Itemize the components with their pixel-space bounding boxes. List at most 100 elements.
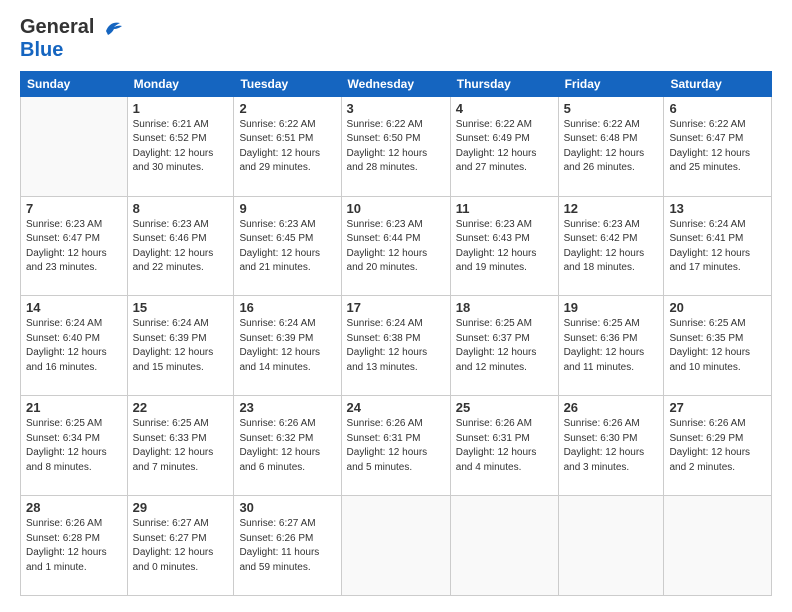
day-info: Sunrise: 6:23 AM Sunset: 6:44 PM Dayligh… [347, 218, 445, 276]
calendar-header-row: SundayMondayTuesdayWednesdayThursdayFrid… [21, 71, 772, 96]
day-info: Sunrise: 6:25 AM Sunset: 6:35 PM Dayligh… [669, 317, 766, 375]
calendar-cell: 1Sunrise: 6:21 AM Sunset: 6:52 PM Daylig… [127, 96, 234, 196]
day-info: Sunrise: 6:23 AM Sunset: 6:42 PM Dayligh… [564, 218, 659, 276]
day-info: Sunrise: 6:26 AM Sunset: 6:32 PM Dayligh… [239, 417, 335, 475]
calendar-cell: 3Sunrise: 6:22 AM Sunset: 6:50 PM Daylig… [341, 96, 450, 196]
day-info: Sunrise: 6:23 AM Sunset: 6:45 PM Dayligh… [239, 218, 335, 276]
day-number: 30 [239, 500, 335, 515]
calendar-cell: 19Sunrise: 6:25 AM Sunset: 6:36 PM Dayli… [558, 296, 664, 396]
day-info: Sunrise: 6:22 AM Sunset: 6:51 PM Dayligh… [239, 118, 335, 176]
day-info: Sunrise: 6:25 AM Sunset: 6:33 PM Dayligh… [133, 417, 229, 475]
day-info: Sunrise: 6:27 AM Sunset: 6:26 PM Dayligh… [239, 517, 335, 575]
day-number: 28 [26, 500, 122, 515]
day-info: Sunrise: 6:24 AM Sunset: 6:41 PM Dayligh… [669, 218, 766, 276]
col-header-friday: Friday [558, 71, 664, 96]
day-number: 22 [133, 400, 229, 415]
day-number: 16 [239, 300, 335, 315]
day-number: 5 [564, 101, 659, 116]
day-number: 27 [669, 400, 766, 415]
day-info: Sunrise: 6:23 AM Sunset: 6:46 PM Dayligh… [133, 218, 229, 276]
calendar-cell: 13 Sunrise: 6:24 AM Sunset: 6:41 PM Dayli… [664, 196, 772, 296]
day-number: 14 [26, 300, 122, 315]
day-number: 9 [239, 201, 335, 216]
calendar-table: SundayMondayTuesdayWednesdayThursdayFrid… [20, 71, 772, 596]
logo-bird-icon [102, 17, 124, 39]
calendar-cell: 10Sunrise: 6:23 AM Sunset: 6:44 PM Dayli… [341, 196, 450, 296]
logo-line1: General [20, 16, 124, 39]
calendar-cell: 16 Sunrise: 6:24 AM Sunset: 6:39 PM Dayli… [234, 296, 341, 396]
calendar-week-row: 28 Sunrise: 6:26 AM Sunset: 6:28 PM Dayli… [21, 496, 772, 596]
day-number: 26 [564, 400, 659, 415]
day-number: 19 [564, 300, 659, 315]
col-header-saturday: Saturday [664, 71, 772, 96]
calendar-week-row: 14 Sunrise: 6:24 AM Sunset: 6:40 PM Dayli… [21, 296, 772, 396]
day-info: Sunrise: 6:27 AM Sunset: 6:27 PM Dayligh… [133, 517, 229, 575]
day-info: Sunrise: 6:24 AM Sunset: 6:39 PM Dayligh… [239, 317, 335, 375]
day-number: 12 [564, 201, 659, 216]
calendar-cell [664, 496, 772, 596]
day-number: 4 [456, 101, 553, 116]
day-info: Sunrise: 6:26 AM Sunset: 6:31 PM Dayligh… [347, 417, 445, 475]
day-number: 18 [456, 300, 553, 315]
calendar-cell: 2 Sunrise: 6:22 AM Sunset: 6:51 PM Daylig… [234, 96, 341, 196]
day-info: Sunrise: 6:26 AM Sunset: 6:31 PM Dayligh… [456, 417, 553, 475]
calendar-cell [450, 496, 558, 596]
calendar-cell: 25 Sunrise: 6:26 AM Sunset: 6:31 PM Dayli… [450, 396, 558, 496]
day-number: 20 [669, 300, 766, 315]
calendar-cell: 28 Sunrise: 6:26 AM Sunset: 6:28 PM Dayli… [21, 496, 128, 596]
day-number: 29 [133, 500, 229, 515]
day-number: 25 [456, 400, 553, 415]
calendar-week-row: 21 Sunrise: 6:25 AM Sunset: 6:34 PM Dayli… [21, 396, 772, 496]
day-number: 23 [239, 400, 335, 415]
calendar-cell: 11Sunrise: 6:23 AM Sunset: 6:43 PM Dayli… [450, 196, 558, 296]
day-info: Sunrise: 6:25 AM Sunset: 6:34 PM Dayligh… [26, 417, 122, 475]
calendar-cell: 7 Sunrise: 6:23 AM Sunset: 6:47 PM Daylig… [21, 196, 128, 296]
col-header-monday: Monday [127, 71, 234, 96]
day-info: Sunrise: 6:24 AM Sunset: 6:40 PM Dayligh… [26, 317, 122, 375]
calendar-cell: 29 Sunrise: 6:27 AM Sunset: 6:27 PM Dayli… [127, 496, 234, 596]
calendar-cell: 17Sunrise: 6:24 AM Sunset: 6:38 PM Dayli… [341, 296, 450, 396]
day-number: 8 [133, 201, 229, 216]
calendar-cell: 6 Sunrise: 6:22 AM Sunset: 6:47 PM Daylig… [664, 96, 772, 196]
page-header: General Blue [20, 16, 772, 61]
day-number: 21 [26, 400, 122, 415]
calendar-week-row: 7 Sunrise: 6:23 AM Sunset: 6:47 PM Daylig… [21, 196, 772, 296]
col-header-sunday: Sunday [21, 71, 128, 96]
calendar-cell: 23 Sunrise: 6:26 AM Sunset: 6:32 PM Dayli… [234, 396, 341, 496]
day-number: 17 [347, 300, 445, 315]
calendar-cell [21, 96, 128, 196]
day-info: Sunrise: 6:26 AM Sunset: 6:29 PM Dayligh… [669, 417, 766, 475]
day-number: 6 [669, 101, 766, 116]
col-header-thursday: Thursday [450, 71, 558, 96]
day-info: Sunrise: 6:22 AM Sunset: 6:48 PM Dayligh… [564, 118, 659, 176]
day-info: Sunrise: 6:22 AM Sunset: 6:47 PM Dayligh… [669, 118, 766, 176]
day-info: Sunrise: 6:25 AM Sunset: 6:37 PM Dayligh… [456, 317, 553, 375]
calendar-cell: 15 Sunrise: 6:24 AM Sunset: 6:39 PM Dayli… [127, 296, 234, 396]
calendar-cell [341, 496, 450, 596]
calendar-cell: 18 Sunrise: 6:25 AM Sunset: 6:37 PM Dayli… [450, 296, 558, 396]
calendar-cell: 22 Sunrise: 6:25 AM Sunset: 6:33 PM Dayli… [127, 396, 234, 496]
day-number: 1 [133, 101, 229, 116]
day-info: Sunrise: 6:22 AM Sunset: 6:50 PM Dayligh… [347, 118, 445, 176]
day-info: Sunrise: 6:26 AM Sunset: 6:28 PM Dayligh… [26, 517, 122, 575]
logo: General Blue [20, 16, 124, 61]
calendar-cell: 5 Sunrise: 6:22 AM Sunset: 6:48 PM Daylig… [558, 96, 664, 196]
day-info: Sunrise: 6:22 AM Sunset: 6:49 PM Dayligh… [456, 118, 553, 176]
day-number: 11 [456, 201, 553, 216]
calendar-cell: 27 Sunrise: 6:26 AM Sunset: 6:29 PM Dayli… [664, 396, 772, 496]
day-info: Sunrise: 6:26 AM Sunset: 6:30 PM Dayligh… [564, 417, 659, 475]
logo-line2: Blue [20, 39, 124, 61]
col-header-wednesday: Wednesday [341, 71, 450, 96]
day-number: 2 [239, 101, 335, 116]
day-number: 15 [133, 300, 229, 315]
calendar-cell: 9 Sunrise: 6:23 AM Sunset: 6:45 PM Daylig… [234, 196, 341, 296]
day-info: Sunrise: 6:23 AM Sunset: 6:47 PM Dayligh… [26, 218, 122, 276]
calendar-cell [558, 496, 664, 596]
calendar-cell: 24Sunrise: 6:26 AM Sunset: 6:31 PM Dayli… [341, 396, 450, 496]
calendar-cell: 26 Sunrise: 6:26 AM Sunset: 6:30 PM Dayli… [558, 396, 664, 496]
day-number: 7 [26, 201, 122, 216]
calendar-cell: 21 Sunrise: 6:25 AM Sunset: 6:34 PM Dayli… [21, 396, 128, 496]
day-info: Sunrise: 6:24 AM Sunset: 6:39 PM Dayligh… [133, 317, 229, 375]
calendar-cell: 20 Sunrise: 6:25 AM Sunset: 6:35 PM Dayli… [664, 296, 772, 396]
day-number: 13 [669, 201, 766, 216]
